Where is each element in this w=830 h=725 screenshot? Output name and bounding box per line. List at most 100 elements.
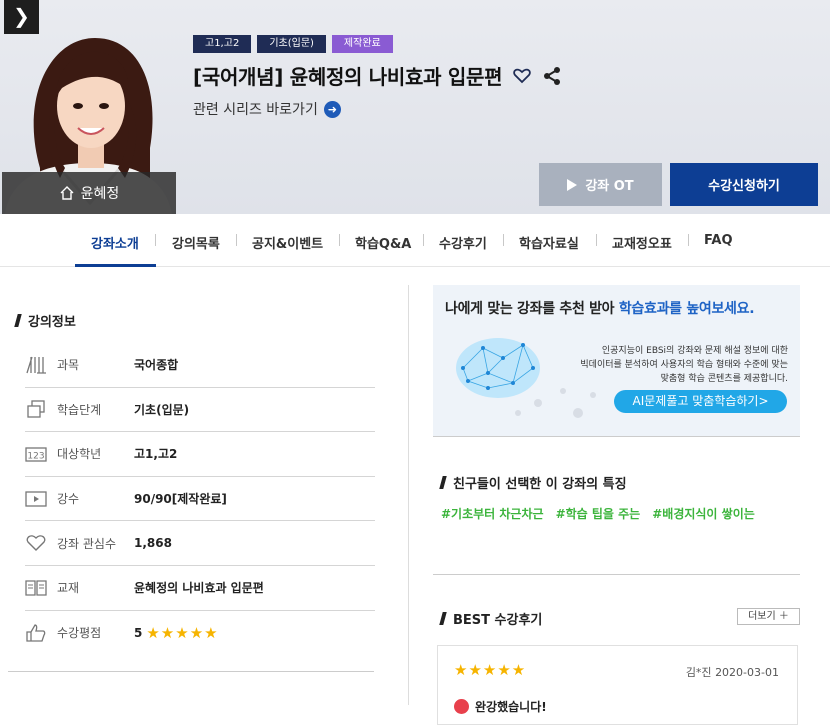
- hashtag[interactable]: #학습 팁을 주는: [556, 505, 641, 522]
- info-label: 교재: [57, 581, 80, 596]
- course-ot-label: 강좌 OT: [585, 179, 634, 194]
- ai-banner-heading-highlight: 학습효과를 높여보세요.: [618, 301, 755, 317]
- heading-marker-icon: [14, 314, 22, 327]
- tab-errata[interactable]: 교재정오표: [612, 233, 672, 252]
- arrow-right-icon: ➜: [323, 100, 341, 118]
- divider: [433, 574, 800, 575]
- review-card[interactable]: ★★★★★ 김*진 2020-03-01 완강했습니다!: [437, 645, 798, 725]
- related-series-link[interactable]: 관련 시리즈 바로가기 ➜: [193, 99, 341, 119]
- heart-icon: [26, 535, 46, 552]
- review-meta: 김*진 2020-03-01: [686, 664, 779, 680]
- info-row-level: 학습단계 기초(입문): [25, 388, 375, 433]
- books-icon: [26, 356, 46, 374]
- tab-intro[interactable]: 강좌소개: [91, 233, 139, 252]
- feature-hashtags: #기초부터 차근차근 #학습 팁을 주는 #배경지식이 쌓이는: [441, 505, 755, 522]
- ai-banner-heading: 나에게 맞는 강좌를 추천 받아 학습효과를 높여보세요.: [445, 298, 755, 318]
- grade-badge: 고1,고2: [193, 35, 252, 53]
- play-icon: [25, 490, 47, 507]
- tab-reviews[interactable]: 수강후기: [439, 233, 487, 252]
- tab-divider: [339, 234, 340, 246]
- info-label: 대상학년: [57, 447, 102, 462]
- best-badge-icon: [454, 699, 469, 714]
- best-reviews-heading: BEST 수강후기: [439, 609, 543, 628]
- tab-divider: [155, 234, 156, 246]
- info-row-interest: 강좌 관심수 1,868: [25, 521, 375, 566]
- review-author: 김*진: [685, 666, 712, 679]
- tab-divider: [596, 234, 597, 246]
- features-heading-text: 친구들이 선택한 이 강좌의 특징: [453, 477, 627, 492]
- more-reviews-button[interactable]: 더보기 ＋: [737, 608, 800, 625]
- course-info-list: 과목 국어종합 학습단계 기초(입문) 123 대상학년 고1,고2 강수 90…: [25, 343, 375, 655]
- textbook-icon: [25, 580, 47, 596]
- level-badge: 기초(입문): [257, 35, 326, 53]
- best-reviews-heading-text: BEST 수강후기: [453, 613, 543, 628]
- course-tabs: 강좌소개 강의목록 공지&이벤트 학습Q&A 수강후기 학습자료실 교재정오표 …: [0, 214, 830, 267]
- tab-divider: [423, 234, 424, 246]
- ai-desc-line: 맞춤형 학습 콘텐츠를 제공합니다.: [660, 374, 788, 384]
- review-title-row: 완강했습니다!: [454, 698, 547, 715]
- ai-recommend-banner[interactable]: 나에게 맞는 강좌를 추천 받아 학습효과를 높여보세요. 인공지능이 EBSi…: [433, 285, 800, 437]
- info-value: 1,868: [134, 536, 172, 551]
- ai-banner-description: 인공지능이 EBSi의 강좌와 문제 해설 정보에 대한 빅데이터를 분석하여 …: [558, 344, 788, 386]
- info-row-grade: 123 대상학년 고1,고2: [25, 432, 375, 477]
- info-value: 고1,고2: [134, 447, 178, 462]
- status-badge: 제작완료: [331, 35, 393, 53]
- svg-text:123: 123: [27, 451, 44, 461]
- info-value: 90/90[제작완료]: [134, 492, 227, 507]
- info-value: 국어종합: [134, 358, 179, 373]
- course-info-heading: 강의정보: [14, 311, 76, 330]
- grade-123-icon: 123: [25, 447, 47, 462]
- tab-faq[interactable]: FAQ: [704, 233, 733, 248]
- heading-marker-icon: [439, 612, 447, 625]
- related-series-label: 관련 시리즈 바로가기: [193, 102, 318, 118]
- info-label: 강수: [57, 492, 80, 507]
- course-ot-button[interactable]: 강좌 OT: [539, 163, 662, 206]
- rating-number: 5: [134, 625, 143, 640]
- tab-notice-event[interactable]: 공지&이벤트: [252, 233, 323, 252]
- ai-study-button[interactable]: AI문제풀고 맞춤학습하기>: [614, 390, 787, 413]
- hashtag[interactable]: #배경지식이 쌓이는: [652, 505, 755, 522]
- course-info-heading-text: 강의정보: [28, 315, 76, 330]
- ai-banner-heading-text: 나에게 맞는 강좌를 추천 받아: [445, 301, 619, 317]
- info-label: 학습단계: [57, 402, 102, 417]
- active-tab-indicator: [75, 264, 156, 267]
- info-label: 수강평점: [57, 626, 102, 641]
- title-row: [국어개념] 윤혜정의 나비효과 입문편: [193, 61, 562, 90]
- tab-divider: [688, 234, 689, 246]
- info-value: 기초(입문): [134, 402, 190, 417]
- tab-qna[interactable]: 학습Q&A: [355, 233, 411, 252]
- tab-divider: [503, 234, 504, 246]
- info-row-lectures: 강수 90/90[제작완료]: [25, 477, 375, 522]
- hashtag[interactable]: #기초부터 차근차근: [441, 505, 544, 522]
- info-row-subject: 과목 국어종합: [25, 343, 375, 388]
- teacher-name: 윤혜정: [80, 186, 120, 202]
- info-value: 윤혜정의 나비효과 입문편: [134, 581, 264, 596]
- ai-desc-line: 빅데이터를 분석하여 사용자의 학습 형태와 수준에 맞는: [580, 360, 788, 370]
- tab-lecture-list[interactable]: 강의목록: [172, 233, 220, 252]
- review-title: 완강했습니다!: [475, 700, 547, 714]
- enroll-button[interactable]: 수강신청하기: [670, 163, 818, 206]
- play-icon: [567, 178, 578, 191]
- tab-divider: [236, 234, 237, 246]
- teacher-home-link[interactable]: 윤혜정: [2, 172, 176, 214]
- heading-marker-icon: [439, 476, 447, 489]
- share-icon[interactable]: [542, 66, 562, 86]
- rating-value: 5 ★★★★★: [134, 624, 219, 642]
- page-title: [국어개념] 윤혜정의 나비효과 입문편: [193, 65, 503, 89]
- stage-icon: [27, 400, 45, 419]
- favorite-heart-icon[interactable]: [512, 66, 532, 86]
- info-row-rating: 수강평점 5 ★★★★★: [25, 611, 375, 656]
- course-header: ❯ 윤혜정 고1,고2 기초(입문) 제작완료 [국어개념] 윤혜정의 나비효과…: [0, 0, 830, 214]
- features-heading: 친구들이 선택한 이 강좌의 특징: [439, 473, 627, 492]
- divider: [8, 671, 374, 672]
- thumbs-up-icon: [26, 624, 46, 642]
- info-row-textbook: 교재 윤혜정의 나비효과 입문편: [25, 566, 375, 611]
- rating-stars: ★★★★★: [146, 623, 219, 642]
- info-label: 강좌 관심수: [57, 536, 117, 551]
- tab-materials[interactable]: 학습자료실: [519, 233, 579, 252]
- review-stars: ★★★★★: [454, 661, 527, 679]
- ai-desc-line: 인공지능이 EBSi의 강좌와 문제 해설 정보에 대한: [601, 346, 788, 356]
- info-label: 과목: [57, 358, 80, 373]
- review-date: 2020-03-01: [715, 666, 779, 679]
- column-divider: [408, 285, 409, 705]
